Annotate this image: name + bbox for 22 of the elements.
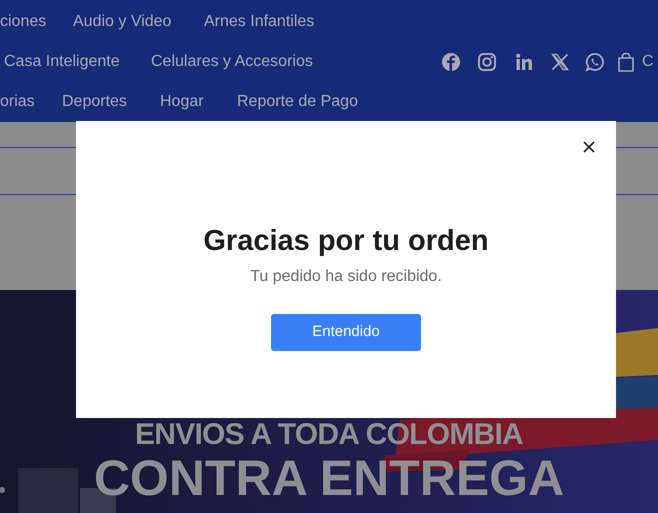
nav-link[interactable]: Deportes [62,90,127,114]
facebook-icon[interactable] [441,52,461,72]
confirm-button[interactable]: Entendido [271,314,421,351]
instagram-icon[interactable] [477,52,497,72]
nav-link[interactable]: orias [0,90,35,114]
cart-label[interactable]: C [642,50,654,74]
nav-link[interactable]: ciones [0,10,46,34]
banner-heading: CONTRA ENTREGA [92,450,566,506]
nav-link[interactable]: Hogar [160,90,204,114]
whatsapp-icon[interactable] [585,52,605,72]
nav-link[interactable]: Casa Inteligente [4,50,120,74]
nav-link[interactable]: Arnes Infantiles [204,10,314,34]
close-button[interactable] [582,140,596,154]
nav-link[interactable]: Celulares y Accesorios [151,50,313,74]
nav-link[interactable]: Audio y Video [73,10,172,34]
nav-link[interactable]: Reporte de Pago [237,90,358,114]
shopping-bag-icon[interactable] [616,52,636,72]
x-icon[interactable] [550,52,570,72]
close-icon [583,141,595,153]
dialog-title: Gracias por tu orden [203,224,489,259]
dialog-message: Tu pedido ha sido recibido. [250,267,442,287]
linkedin-icon[interactable] [514,52,534,72]
